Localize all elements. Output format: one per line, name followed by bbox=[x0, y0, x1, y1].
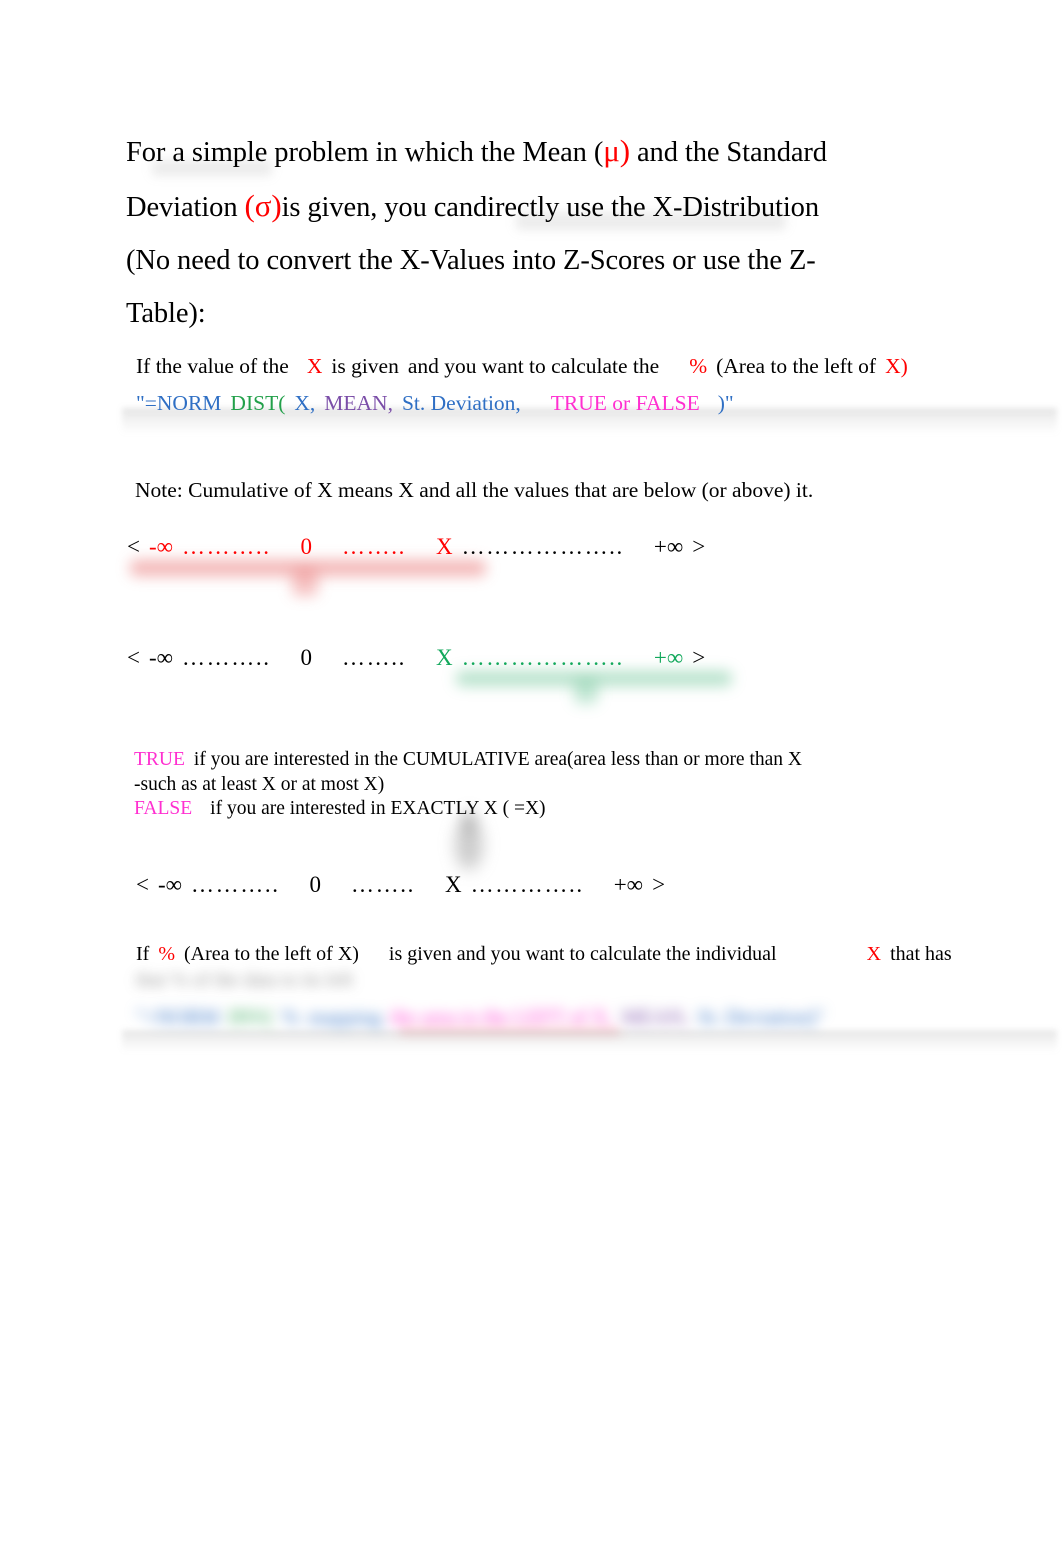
numline3-lt: < bbox=[136, 872, 149, 897]
formula-intro-a: If the value of the bbox=[136, 354, 289, 378]
numline2-dots-1: ……….. bbox=[182, 645, 271, 670]
blur-band-green-tail bbox=[574, 680, 598, 704]
numline3-zero: 0 bbox=[309, 872, 322, 897]
numline2-pos-infinity: +∞ bbox=[653, 645, 684, 670]
formula-section: If the value of the Xis given and you want… bbox=[136, 348, 1036, 422]
bottom-x-label: X bbox=[866, 943, 882, 965]
formula-intro-x2: X) bbox=[885, 354, 908, 378]
formula-intro-d: (Area to the left of bbox=[716, 354, 877, 378]
number-line-plain: < -∞ ……….. 0 …….. X ………….. +∞ > bbox=[136, 869, 665, 901]
formula-arg-sd: St. Deviation, bbox=[401, 391, 521, 415]
bottom-tail-text: that has bbox=[890, 943, 952, 965]
numline1-lt: < bbox=[127, 534, 140, 559]
formula-intro-c: and you want to calculate the bbox=[407, 354, 660, 378]
blur-band-red-tail bbox=[292, 570, 318, 596]
numline3-pos-infinity: +∞ bbox=[613, 872, 644, 897]
heading-line-2-text-b: is given, you can bbox=[281, 192, 474, 223]
inverse-intro-line: If% (Area to the left of X) is given and y… bbox=[136, 943, 952, 966]
blur-underline-red bbox=[400, 1028, 620, 1035]
numline3-dots-2: …….. bbox=[351, 872, 415, 897]
numline2-x: X bbox=[435, 645, 453, 670]
heading-line-1-text: For a simple problem in which the Mean ( bbox=[126, 137, 604, 168]
obscured-formula-inv: INV( bbox=[228, 1005, 273, 1029]
formula-dist: DIST( bbox=[230, 391, 286, 415]
obscured-formula-row: "=NORM INV(% mapping the area to the LEFT o… bbox=[136, 1005, 824, 1030]
blur-smudge-gray bbox=[455, 818, 483, 870]
bottom-percent: % bbox=[158, 943, 175, 965]
number-line-left-tail: < -∞ ……….. 0 …….. X ……………….. +∞ > bbox=[127, 531, 705, 563]
numline1-dots-1: ……….. bbox=[182, 534, 271, 559]
numline1-dots-3: ……………….. bbox=[461, 534, 624, 559]
formula-norm: "=NORM bbox=[136, 391, 222, 415]
obscured-formula-pct: % bbox=[281, 1005, 300, 1029]
obscured-formula-norm: "=NORM bbox=[136, 1005, 220, 1029]
true-explanation-line: TRUE if you are interested in the CUMULAT… bbox=[134, 748, 802, 773]
formula-intro-line: If the value of the Xis given and you want… bbox=[136, 348, 1036, 385]
true-explanation-line-2: -such as at least X or at most X) bbox=[134, 773, 385, 795]
numline2-dots-3: ……………….. bbox=[461, 645, 624, 670]
false-explanation-line: FALSE if you are interested in EXACTLY X … bbox=[134, 797, 802, 822]
heading-line-4: Table): bbox=[126, 298, 206, 329]
obscured-formula-mean: MEAN, bbox=[621, 1005, 689, 1029]
cumulative-note: Note: Cumulative of X means X and all th… bbox=[135, 478, 814, 502]
numline2-lt: < bbox=[127, 645, 140, 670]
heading-line-1: For a simple problem in which the Mean (… bbox=[126, 124, 926, 179]
true-false-explanation: TRUE if you are interested in the CUMULAT… bbox=[134, 748, 802, 822]
numline3-dots-1: ……….. bbox=[191, 872, 280, 897]
numline3-dots-3: ………….. bbox=[470, 872, 584, 897]
heading-line-1-text-b: and the Standard bbox=[629, 137, 827, 168]
document-page: For a simple problem in which the Mean (… bbox=[0, 0, 1062, 1561]
true-label: TRUE bbox=[134, 749, 185, 770]
false-label: FALSE bbox=[134, 798, 193, 819]
obscured-formula-mapping: mapping bbox=[308, 1005, 382, 1029]
numline1-pos-infinity: +∞ bbox=[653, 534, 684, 559]
formula-intro-x: X bbox=[306, 354, 323, 378]
obscured-formula-area: the area to the LEFT of X, bbox=[390, 1005, 613, 1029]
numline2-zero: 0 bbox=[300, 645, 313, 670]
bottom-area-text: (Area to the left of X) bbox=[184, 943, 359, 965]
number-line-right-tail: < -∞ ……….. 0 …….. X ……………….. +∞ > bbox=[127, 642, 705, 674]
bottom-panel-shadow bbox=[122, 1030, 1057, 1052]
numline1-zero: 0 bbox=[300, 534, 313, 559]
formula-arg-bool: TRUE or FALSE bbox=[550, 391, 700, 415]
numline2-gt: > bbox=[692, 645, 706, 670]
bottom-if-label: If bbox=[136, 943, 150, 965]
numline2-neg-infinity: -∞ bbox=[148, 645, 174, 670]
sigma-symbol: (σ) bbox=[244, 188, 282, 223]
numline1-neg-infinity: -∞ bbox=[148, 534, 174, 559]
formula-close: )" bbox=[717, 391, 734, 415]
numline3-x: X bbox=[444, 872, 462, 897]
true-explanation-text: if you are interested in the CUMULATIVE … bbox=[193, 749, 802, 770]
numline2-dots-2: …….. bbox=[342, 645, 406, 670]
heading-line-2-text: Deviation bbox=[126, 192, 245, 223]
bottom-middle-text: is given and you want to calculate the i… bbox=[388, 943, 777, 965]
formula-intro-percent: % bbox=[689, 354, 708, 378]
numline1-gt: > bbox=[692, 534, 706, 559]
formula-intro-b: is given bbox=[331, 354, 399, 378]
formula-arg-mean: MEAN, bbox=[324, 391, 393, 415]
mu-symbol: μ) bbox=[603, 133, 630, 168]
heading-line-3: (No need to convert the X-Values into Z-… bbox=[126, 245, 816, 276]
formula-arg-x: X, bbox=[294, 391, 316, 415]
numline1-x: X bbox=[435, 534, 453, 559]
heading-line-2-text-c: directly use the X-Distribution bbox=[473, 192, 819, 223]
page-title: For a simple problem in which the Mean (… bbox=[126, 124, 926, 340]
heading-line-2: Deviation (σ)is given, you candirectly u… bbox=[126, 179, 926, 234]
formula-expression-line: "=NORM DIST( X, MEAN, St. Deviation, TRUE or … bbox=[136, 385, 1036, 422]
numline1-dots-2: …….. bbox=[342, 534, 406, 559]
obscured-formula-sd: St. Deviation)" bbox=[697, 1005, 825, 1029]
numline3-neg-infinity: -∞ bbox=[157, 872, 183, 897]
false-explanation-text: if you are interested in EXACTLY X ( =X) bbox=[210, 798, 546, 819]
obscured-text-row-1: that % of the data to its left bbox=[136, 969, 354, 991]
numline3-gt: > bbox=[652, 872, 666, 897]
